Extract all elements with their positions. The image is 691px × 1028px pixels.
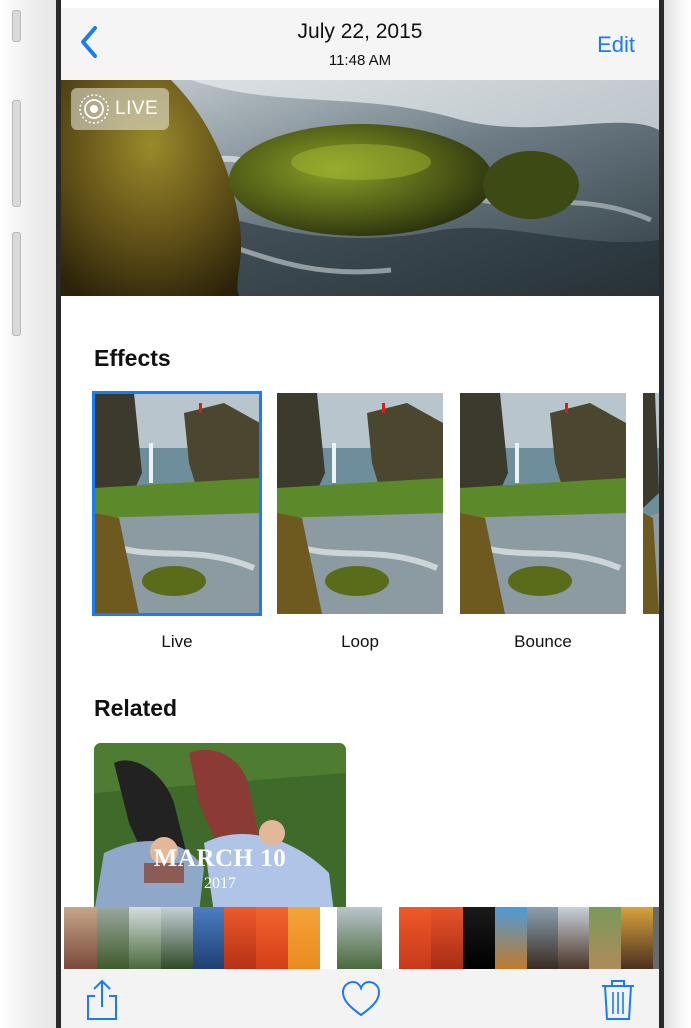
filmstrip-thumb[interactable] <box>97 907 129 969</box>
effect-live[interactable] <box>92 391 262 616</box>
filmstrip-thumb[interactable] <box>129 907 161 969</box>
filmstrip-thumb[interactable] <box>193 907 224 969</box>
effect-next-thumbnail <box>643 393 659 614</box>
filmstrip-thumb[interactable] <box>288 907 320 969</box>
volume-down-button <box>12 232 21 336</box>
share-icon <box>87 979 117 1020</box>
related-memory-date: MARCH 10 <box>153 845 287 872</box>
filmstrip-thumb[interactable] <box>653 907 659 969</box>
filmstrip-thumb[interactable] <box>621 907 653 969</box>
photo-time-subtitle: 11:48 AM <box>328 52 392 69</box>
filmstrip-thumb[interactable] <box>527 907 558 969</box>
bezel-right <box>659 0 664 1028</box>
mute-switch <box>12 10 21 42</box>
live-badge[interactable]: LIVE <box>71 88 169 130</box>
share-button[interactable] <box>80 977 124 1021</box>
filmstrip-thumb[interactable] <box>161 907 193 969</box>
volume-up-button <box>12 100 21 207</box>
effect-bounce-thumbnail <box>460 393 626 614</box>
filmstrip-current-thumb[interactable] <box>337 907 382 969</box>
photo-date-title: July 22, 2015 <box>297 20 423 43</box>
filmstrip-thumb[interactable] <box>256 907 288 969</box>
heart-icon <box>341 980 381 1017</box>
related-memory-year: 2017 <box>204 875 236 892</box>
favorite-button[interactable] <box>339 977 383 1021</box>
related-heading: Related <box>94 695 178 721</box>
effect-live-thumbnail <box>94 393 260 614</box>
phone-screen: July 22, 2015 11:48 AM Edit LIVE Effects… <box>61 0 659 1028</box>
live-label: LIVE <box>115 98 159 119</box>
related-memory-card[interactable]: MARCH 10 2017 <box>94 743 346 913</box>
effect-bounce[interactable] <box>460 393 626 614</box>
device-frame-left <box>0 0 58 1028</box>
filmstrip-thumb[interactable] <box>224 907 256 969</box>
effect-live-label: Live <box>161 632 193 651</box>
effect-next-partial[interactable] <box>643 393 659 614</box>
filmstrip-thumb[interactable] <box>64 907 97 969</box>
filmstrip-thumb[interactable] <box>463 907 495 969</box>
bottom-toolbar <box>61 969 659 1028</box>
effect-bounce-label: Bounce <box>514 632 572 651</box>
filmstrip-thumb[interactable] <box>558 907 589 969</box>
filmstrip-thumb[interactable] <box>589 907 621 969</box>
filmstrip-thumb[interactable] <box>399 907 431 969</box>
trash-icon <box>602 980 634 1020</box>
live-photo-icon <box>79 94 109 124</box>
delete-button[interactable] <box>596 977 640 1021</box>
effect-loop-label: Loop <box>341 632 379 651</box>
photo-filmstrip[interactable] <box>61 907 659 969</box>
edit-button[interactable]: Edit <box>597 32 635 58</box>
device-frame-right <box>660 0 691 1028</box>
filmstrip-thumb[interactable] <box>495 907 527 969</box>
navigation-bar: July 22, 2015 11:48 AM Edit <box>61 8 659 80</box>
filmstrip-thumb[interactable] <box>431 907 463 969</box>
effects-heading: Effects <box>94 345 171 371</box>
effect-loop[interactable] <box>277 393 443 614</box>
screenshot: July 22, 2015 11:48 AM Edit LIVE Effects… <box>0 0 691 1028</box>
effect-loop-thumbnail <box>277 393 443 614</box>
